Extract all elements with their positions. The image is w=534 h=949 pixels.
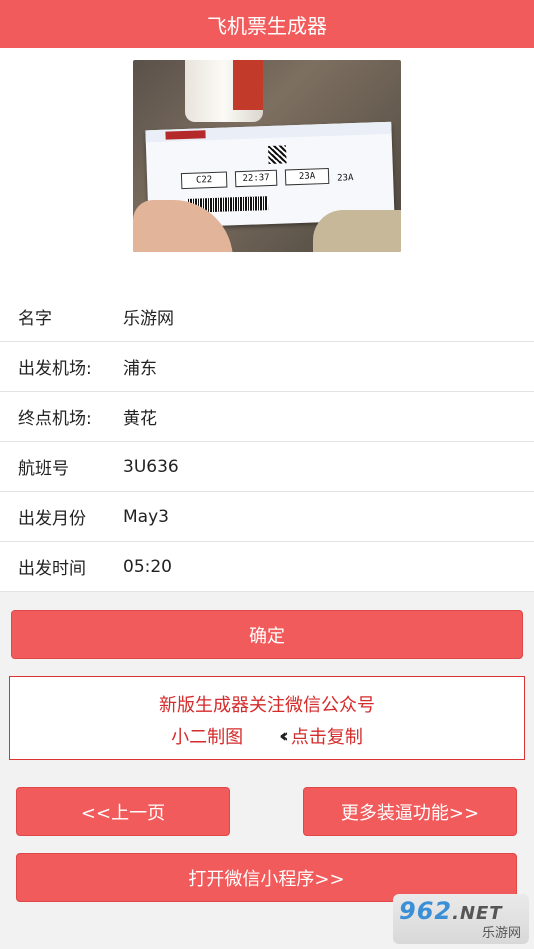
copy-label: 点击复制 bbox=[290, 727, 363, 748]
copy-link[interactable]: ‹‹ 点击复制 bbox=[279, 723, 363, 749]
watermark-suffix: .NET bbox=[452, 903, 503, 924]
form-row-destination: 终点机场: 黄花 bbox=[0, 392, 534, 442]
form-row-departure: 出发机场: 浦东 bbox=[0, 342, 534, 392]
time-label: 出发时间 bbox=[18, 559, 86, 579]
watermark-brand: 962 bbox=[399, 897, 453, 925]
site-watermark: 962.NET 乐游网 bbox=[393, 894, 529, 944]
double-chevron-left-icon: ‹‹ bbox=[279, 725, 288, 747]
name-input[interactable]: 乐游网 bbox=[123, 304, 534, 329]
destination-input[interactable]: 黄花 bbox=[123, 404, 534, 429]
boarding-pass-photo: C22 22:37 23A 23A bbox=[133, 60, 401, 252]
flight-label: 航班号 bbox=[18, 459, 69, 479]
confirm-button[interactable]: 确定 bbox=[11, 610, 523, 659]
account-name: 小二制图 bbox=[171, 727, 244, 748]
qr-code bbox=[267, 145, 287, 165]
month-input[interactable]: May3 bbox=[123, 507, 534, 527]
name-label: 名字 bbox=[18, 309, 52, 329]
background-cloth bbox=[313, 210, 401, 252]
cup-band bbox=[233, 60, 263, 110]
prev-page-button[interactable]: <<上一页 bbox=[16, 787, 230, 836]
more-features-button[interactable]: 更多装逼功能>> bbox=[303, 787, 517, 836]
time-box: 22:37 bbox=[234, 169, 278, 188]
form-row-month: 出发月份 May3 bbox=[0, 492, 534, 542]
airline-logo bbox=[165, 130, 206, 140]
stub-seat: 23A bbox=[336, 173, 354, 184]
month-label: 出发月份 bbox=[18, 509, 86, 529]
departure-input[interactable]: 浦东 bbox=[123, 354, 534, 379]
page-title: 飞机票生成器 bbox=[207, 13, 327, 38]
notice-text: 新版生成器关注微信公众号 bbox=[159, 695, 375, 716]
seat-box: 23A bbox=[284, 167, 330, 186]
time-input[interactable]: 05:20 bbox=[123, 557, 534, 577]
flight-input[interactable]: 3U636 bbox=[123, 457, 534, 477]
hero-section: C22 22:37 23A 23A bbox=[0, 48, 534, 292]
watermark-sub: 乐游网 bbox=[481, 926, 521, 941]
departure-label: 出发机场: bbox=[18, 359, 92, 379]
ticket-form: 名字 乐游网 出发机场: 浦东 终点机场: 黄花 航班号 3U636 出发月份 … bbox=[0, 292, 534, 592]
gate-box: C22 bbox=[180, 171, 228, 190]
form-row-time: 出发时间 05:20 bbox=[0, 542, 534, 592]
destination-label: 终点机场: bbox=[18, 409, 92, 429]
app-header: 飞机票生成器 bbox=[0, 0, 534, 48]
form-row-name: 名字 乐游网 bbox=[0, 292, 534, 342]
form-row-flight: 航班号 3U636 bbox=[0, 442, 534, 492]
wechat-notice: 新版生成器关注微信公众号 小二制图 ‹‹ 点击复制 bbox=[9, 676, 525, 760]
